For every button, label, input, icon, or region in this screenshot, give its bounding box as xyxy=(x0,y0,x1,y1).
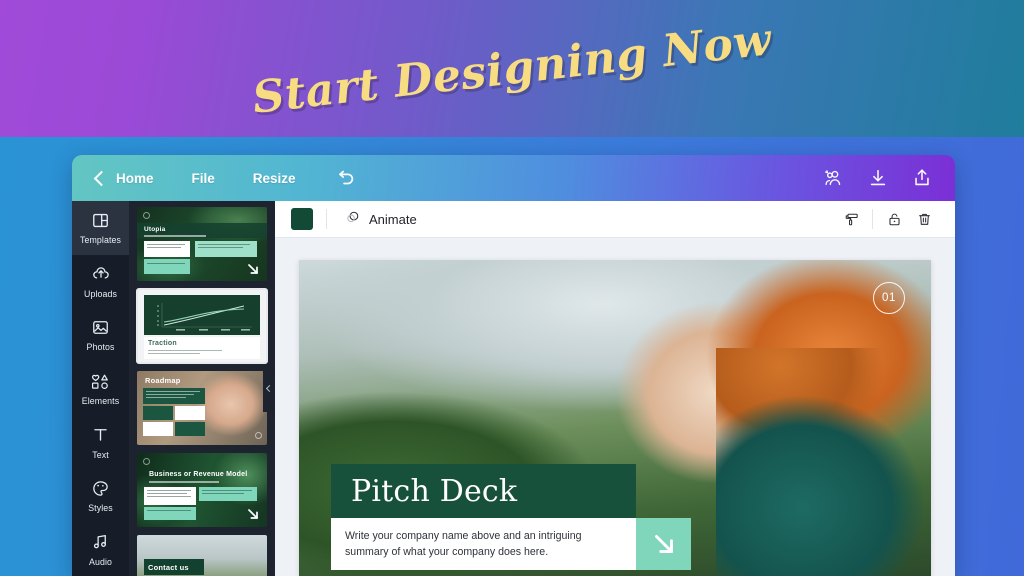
sidebar-item-templates-label: Templates xyxy=(80,235,121,246)
lock-icon[interactable] xyxy=(879,205,909,233)
animate-circles-icon xyxy=(344,209,361,229)
templates-panel: Utopia Traction Roadmap Business or Reve… xyxy=(129,201,275,576)
file-menu-button[interactable]: File xyxy=(182,165,225,192)
toolbar-divider xyxy=(872,209,873,229)
home-button-label: Home xyxy=(116,170,154,186)
promo-banner: Start Designing Now xyxy=(0,0,1024,137)
toolbar-divider xyxy=(326,209,327,229)
arrow-down-right-icon xyxy=(649,529,679,559)
arrow-down-right-icon xyxy=(243,341,259,357)
text-t-icon xyxy=(91,425,110,445)
file-menu-label: File xyxy=(191,170,215,186)
sidebar-item-audio[interactable]: Audio xyxy=(72,522,129,576)
template-thumbnail-utopia[interactable]: Utopia xyxy=(137,207,267,281)
canvas-area: Animate 01 Pitch Deck Write your company… xyxy=(275,201,955,576)
upload-cloud-icon xyxy=(91,264,111,284)
add-collaborators-icon[interactable] xyxy=(823,167,845,189)
sidebar-item-text-label: Text xyxy=(92,449,109,460)
collapse-panel-handle[interactable] xyxy=(263,365,275,412)
sidebar-item-styles[interactable]: Styles xyxy=(72,469,129,523)
arrow-down-right-icon xyxy=(245,261,261,277)
sidebar-item-photos-label: Photos xyxy=(86,342,115,353)
slide-arrow-block[interactable] xyxy=(636,518,691,570)
templates-icon xyxy=(91,210,110,230)
chevron-left-icon xyxy=(265,384,274,393)
undo-button[interactable] xyxy=(324,161,366,195)
resize-button[interactable]: Resize xyxy=(243,165,306,192)
resize-button-label: Resize xyxy=(252,170,296,186)
slide-canvas[interactable]: 01 Pitch Deck Write your company name ab… xyxy=(299,260,931,576)
home-button[interactable]: Home xyxy=(86,165,164,192)
download-icon[interactable] xyxy=(867,167,889,189)
shapes-icon xyxy=(90,371,111,391)
page-number-badge[interactable]: 01 xyxy=(873,282,905,314)
canvas-toolbar: Animate xyxy=(275,201,955,238)
slide-title: Pitch Deck xyxy=(351,473,518,509)
slide-title-block[interactable]: Pitch Deck xyxy=(331,464,636,518)
animate-button[interactable]: Animate xyxy=(340,206,421,232)
topbar-right-group xyxy=(823,167,955,189)
trash-icon[interactable] xyxy=(909,205,939,233)
thumbnail-title: Business or Revenue Model xyxy=(149,471,248,478)
app-topbar: Home File Resize xyxy=(72,155,955,201)
sidebar-item-text[interactable]: Text xyxy=(72,415,129,469)
canvas-toolbar-right xyxy=(836,205,939,233)
sidebar-item-uploads-label: Uploads xyxy=(84,288,117,299)
sidebar-item-audio-label: Audio xyxy=(89,556,112,567)
undo-arrow-icon xyxy=(334,167,356,189)
music-note-icon xyxy=(91,532,110,552)
design-app-window: Home File Resize Templates Uploads Photo… xyxy=(72,155,955,576)
animate-button-label: Animate xyxy=(369,211,417,227)
paint-roller-icon[interactable] xyxy=(836,205,866,233)
arrow-down-right-icon xyxy=(245,506,261,522)
template-thumbnail-roadmap[interactable]: Roadmap xyxy=(137,371,267,445)
color-swatch-button[interactable] xyxy=(291,208,313,230)
thumbnail-title: Utopia xyxy=(144,226,166,233)
left-sidebar: Templates Uploads Photos Elements Text S… xyxy=(72,201,129,576)
sidebar-item-photos[interactable]: Photos xyxy=(72,308,129,362)
template-thumbnail-business-model[interactable]: Business or Revenue Model xyxy=(137,453,267,527)
promo-banner-title: Start Designing Now xyxy=(250,13,774,124)
thumbnail-title: Contact us xyxy=(148,563,189,572)
slide-description-block[interactable]: Write your company name above and an int… xyxy=(331,518,636,570)
app-body: Templates Uploads Photos Elements Text S… xyxy=(72,201,955,576)
template-thumbnail-contact-us[interactable]: Contact us xyxy=(137,535,267,576)
photo-icon xyxy=(91,317,110,337)
share-upload-icon[interactable] xyxy=(911,167,933,189)
thumbnail-title: Traction xyxy=(148,340,177,347)
canvas-stage: 01 Pitch Deck Write your company name ab… xyxy=(275,238,955,576)
thumbnail-line-chart xyxy=(157,303,252,331)
chevron-left-icon xyxy=(93,170,110,186)
sidebar-item-elements[interactable]: Elements xyxy=(72,362,129,416)
sidebar-item-styles-label: Styles xyxy=(88,503,113,514)
sidebar-item-elements-label: Elements xyxy=(81,396,120,407)
palette-icon xyxy=(91,478,110,498)
sidebar-item-uploads[interactable]: Uploads xyxy=(72,255,129,309)
topbar-left-group: Home File Resize xyxy=(72,161,366,195)
slide-description: Write your company name above and an int… xyxy=(345,529,582,558)
template-thumbnail-traction[interactable]: Traction xyxy=(136,288,268,364)
sidebar-item-templates[interactable]: Templates xyxy=(72,201,129,255)
page-number-label: 01 xyxy=(882,292,896,304)
thumbnail-title: Roadmap xyxy=(145,376,181,385)
